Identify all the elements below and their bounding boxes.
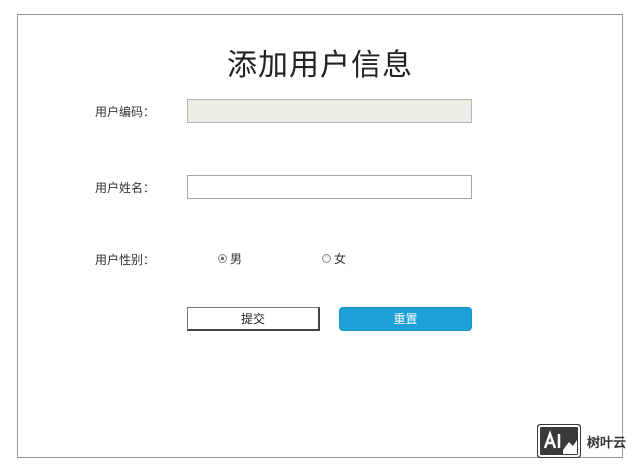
gender-option-female[interactable]: 女 xyxy=(322,250,346,267)
user-code-label: 用户编码： xyxy=(95,105,156,119)
user-code-field[interactable] xyxy=(187,99,472,123)
ai-logo-icon xyxy=(537,424,581,458)
user-name-label: 用户姓名： xyxy=(95,181,156,195)
radio-male[interactable] xyxy=(218,254,227,263)
page-title: 添加用户信息 xyxy=(227,48,413,83)
radio-female[interactable] xyxy=(322,254,331,263)
gender-male-label: 男 xyxy=(230,252,243,266)
submit-button[interactable]: 提交 xyxy=(187,307,320,331)
gender-option-male[interactable]: 男 xyxy=(218,250,242,267)
gender-female-label: 女 xyxy=(334,252,347,266)
reset-button[interactable]: 重置 xyxy=(339,307,472,331)
watermark-text: 树叶云 xyxy=(587,435,627,451)
user-gender-label: 用户性别： xyxy=(95,253,156,267)
watermark: 树叶云 xyxy=(537,424,626,458)
user-name-field[interactable] xyxy=(187,175,472,199)
